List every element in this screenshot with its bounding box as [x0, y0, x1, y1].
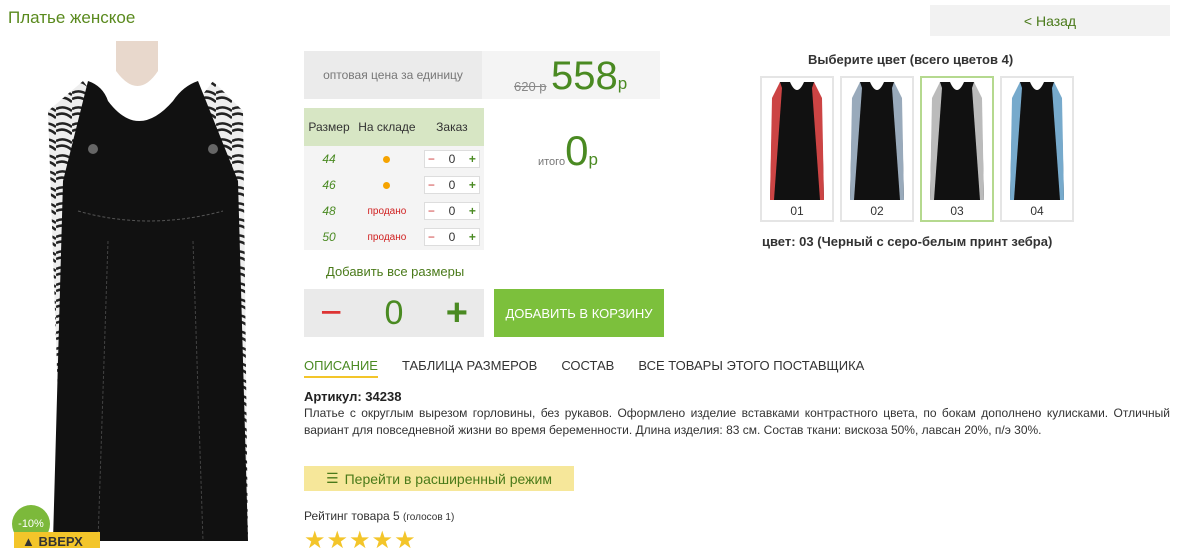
plus-icon[interactable]: +: [469, 230, 476, 244]
back-button[interactable]: < Назад: [930, 5, 1170, 36]
advanced-mode-label: Перейти в расширенный режим: [344, 470, 552, 487]
stock-indicator: [354, 146, 420, 172]
size-value: 46: [304, 172, 354, 198]
size-value: 50: [304, 224, 354, 250]
price-label: оптовая цена за единицу: [304, 51, 482, 99]
total-label: итого: [538, 156, 566, 168]
tab-size-chart[interactable]: ТАБЛИЦА РАЗМЕРОВ: [402, 358, 537, 378]
list-icon: ☰: [326, 470, 339, 486]
size-row: 50 продано −0 +: [304, 224, 484, 250]
swatch-label: 02: [870, 204, 884, 218]
minus-icon[interactable]: −: [428, 178, 435, 192]
qty-value: 0: [448, 204, 456, 218]
article-number: Артикул: 34238: [304, 389, 402, 404]
in-stock-dot-icon: [383, 182, 391, 189]
product-photo[interactable]: [8, 41, 288, 548]
tab-description[interactable]: ОПИСАНИЕ: [304, 358, 378, 378]
old-price: 620 р: [514, 79, 547, 94]
minus-icon[interactable]: −: [428, 230, 435, 244]
new-price: 558р: [551, 54, 627, 99]
color-swatch-02[interactable]: 02: [840, 76, 914, 222]
color-picker-title: Выберите цвет (всего цветов 4): [808, 52, 1014, 67]
total-value: 0: [565, 127, 589, 174]
size-row: 46 −0 +: [304, 172, 484, 198]
dress-thumb-icon: [930, 82, 984, 200]
dress-thumb-icon: [1010, 82, 1064, 200]
minus-icon[interactable]: −: [428, 152, 435, 166]
color-swatch-04[interactable]: 04: [1000, 76, 1074, 222]
tab-supplier-products[interactable]: ВСЕ ТОВАРЫ ЭТОГО ПОСТАВЩИКА: [638, 358, 864, 378]
add-all-sizes-link[interactable]: Добавить все размеры: [326, 264, 464, 279]
size-row: 44 −0 +: [304, 146, 484, 172]
qty-stepper[interactable]: −0 +: [423, 150, 480, 168]
plus-icon[interactable]: +: [469, 152, 476, 166]
sold-out-label: продано: [354, 198, 420, 224]
qty-stepper[interactable]: −0 +: [423, 176, 480, 194]
qty-value: 0: [448, 230, 456, 244]
dress-thumb-icon: [770, 82, 824, 200]
rating-text: Рейтинг товара 5 (голосов 1): [304, 509, 454, 523]
plus-button[interactable]: +: [446, 292, 468, 335]
total-price: итого0р: [538, 127, 598, 175]
qty-value: 0: [448, 152, 456, 166]
size-value: 48: [304, 198, 354, 224]
minus-button[interactable]: −: [320, 292, 342, 335]
advanced-mode-button[interactable]: ☰ Перейти в расширенный режим: [304, 466, 574, 491]
selected-color-label: цвет: 03 (Черный с серо-белым принт зебр…: [762, 234, 1053, 249]
swatch-label: 03: [950, 204, 964, 218]
plus-icon[interactable]: +: [469, 178, 476, 192]
swatch-label: 01: [790, 204, 804, 218]
stock-header: На складе: [354, 108, 420, 146]
qty-stepper[interactable]: −0 +: [423, 202, 480, 220]
color-swatch-01[interactable]: 01: [760, 76, 834, 222]
product-description: Платье с округлым вырезом горловины, без…: [304, 406, 1170, 437]
swatch-label: 04: [1030, 204, 1044, 218]
sold-out-label: продано: [354, 224, 420, 250]
scroll-top-button[interactable]: ▲ ВВЕРХ: [14, 532, 100, 548]
stock-indicator: [354, 172, 420, 198]
in-stock-dot-icon: [383, 156, 391, 163]
rating-label: Рейтинг товара 5: [304, 509, 400, 523]
rating-votes: (голосов 1): [403, 512, 455, 523]
color-swatches: 01 02 03 04: [760, 76, 1074, 222]
order-header: Заказ: [419, 108, 484, 146]
total-currency: р: [588, 150, 598, 169]
size-value: 44: [304, 146, 354, 172]
quantity-value: 0: [384, 293, 404, 332]
price-box: оптовая цена за единицу 620 р 558р: [304, 51, 660, 99]
qty-stepper[interactable]: −0 +: [423, 228, 480, 246]
size-row: 48 продано −0 +: [304, 198, 484, 224]
dress-image: [48, 41, 248, 542]
color-swatch-03[interactable]: 03: [920, 76, 994, 222]
dress-thumb-icon: [850, 82, 904, 200]
qty-value: 0: [448, 178, 456, 192]
product-tabs: ОПИСАНИЕ ТАБЛИЦА РАЗМЕРОВ СОСТАВ ВСЕ ТОВ…: [304, 358, 864, 378]
new-price-value: 558: [551, 54, 618, 98]
scroll-top-label: ВВЕРХ: [38, 534, 83, 548]
size-header: Размер: [304, 108, 354, 146]
tab-composition[interactable]: СОСТАВ: [561, 358, 614, 378]
minus-icon[interactable]: −: [428, 204, 435, 218]
quantity-stepper: − 0 +: [304, 289, 484, 337]
add-to-cart-button[interactable]: ДОБАВИТЬ В КОРЗИНУ: [494, 289, 664, 337]
plus-icon[interactable]: +: [469, 204, 476, 218]
rating-stars-icon[interactable]: ★★★★★: [304, 526, 417, 548]
new-price-currency: р: [617, 74, 628, 93]
sizes-table: Размер На складе Заказ 44 −0 + 46 −0 + 48 …: [304, 108, 484, 250]
page-title: Платье женское: [8, 8, 136, 27]
